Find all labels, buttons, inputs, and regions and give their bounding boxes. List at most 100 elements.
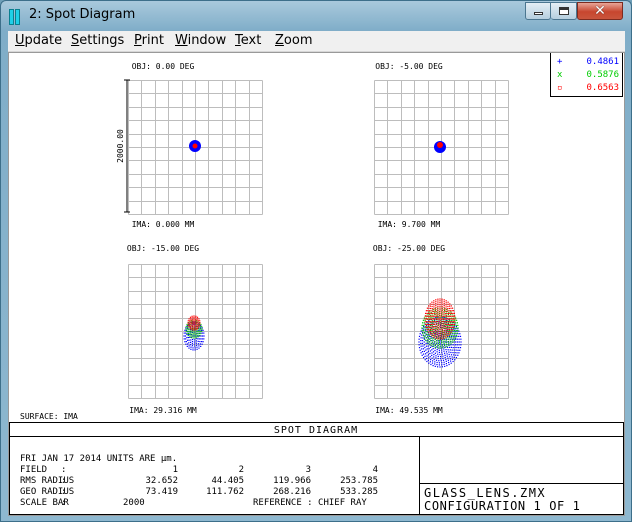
spot-blue-ray [454, 352, 456, 354]
spot-blue-ray [440, 360, 442, 362]
spot-red-ray [449, 324, 451, 326]
spot-red-ray [193, 326, 195, 328]
spot-red-ray [425, 324, 427, 326]
menu-settings[interactable]: Settings [71, 33, 124, 48]
spot-red-ray [444, 318, 447, 320]
spot-red-ray [437, 323, 439, 325]
spot-red-ray [435, 329, 437, 332]
spot-red-ray [187, 320, 189, 322]
spot-red-ray [447, 321, 449, 323]
spot-green-ray [443, 341, 445, 343]
spot-red-ray [441, 300, 443, 302]
spot-red-ray [445, 326, 447, 328]
spot-blue-ray [420, 337, 422, 339]
spot-blue-ray [191, 345, 193, 347]
spot-blue-ray [418, 338, 420, 340]
spot-green-ray [187, 334, 189, 336]
spot-green-ray [455, 332, 457, 334]
spot-green-ray [441, 345, 443, 347]
spot-green-ray [425, 331, 427, 333]
spot-blue-ray [459, 349, 461, 351]
spot-red-ray [435, 318, 437, 320]
spot-blue-ray [197, 343, 200, 345]
spot-red-ray [199, 324, 201, 326]
spot-blue-ray [429, 356, 431, 358]
spot-red-ray [431, 328, 433, 330]
spot-red-ray [451, 310, 453, 312]
spot-green-ray [434, 340, 436, 342]
spot-blue-ray [183, 332, 185, 334]
title-bar[interactable]: 2: Spot Diagram ✕ [1, 1, 631, 31]
spot-red-ray [439, 316, 441, 318]
spot-red-ray [189, 324, 191, 326]
spot-red-ray [191, 322, 193, 324]
spot-blue-ray [425, 353, 427, 355]
spot-blue-ray [200, 345, 202, 347]
spot-blue-ray [188, 342, 190, 344]
spot-red-ray [193, 329, 195, 331]
spot-green-ray [455, 337, 457, 339]
configuration-line: CONFIGURATION 1 OF 1 [424, 499, 581, 513]
spot-blue-ray [193, 341, 196, 343]
spot-red-ray [435, 306, 437, 309]
minimize-button[interactable] [525, 2, 551, 20]
menu-text[interactable]: Text [235, 33, 261, 48]
spot-red-ray [445, 330, 447, 332]
spot-red-ray [197, 320, 199, 322]
spot-blue-ray [424, 346, 426, 349]
spot-red-ray [437, 315, 439, 317]
spot-red-ray [453, 310, 455, 312]
spot-blue-ray [437, 355, 439, 357]
close-button[interactable]: ✕ [577, 2, 623, 20]
spot-red-ray [443, 333, 445, 335]
spot-red-ray [441, 330, 443, 332]
spot-red-ray [448, 326, 450, 328]
spot-red-ray [444, 321, 446, 323]
spot-red-ray [454, 318, 456, 320]
spot-pattern-4 [418, 298, 462, 368]
maximize-button[interactable] [551, 2, 577, 20]
spot-red-ray [439, 331, 441, 333]
spot-blue-ray [458, 338, 460, 340]
spot-green-ray [455, 322, 457, 324]
spot-blue-ray [455, 344, 457, 346]
spot-green-ray [448, 334, 450, 336]
spot-red-ray [189, 316, 192, 318]
spot-blue-ray [187, 336, 189, 339]
spot-blue-ray [187, 343, 189, 345]
spot-red-ray [187, 322, 189, 324]
spot-red-ray [426, 324, 428, 326]
spot-red-ray [431, 330, 433, 333]
spot-green-ray [445, 340, 447, 342]
spot-red-ray [191, 329, 193, 331]
spot-red-ray [195, 322, 197, 324]
spot-blue-ray [432, 348, 434, 350]
spot-red-ray [428, 305, 430, 307]
menu-window[interactable]: Window [175, 33, 226, 48]
spot-red-ray [429, 318, 432, 320]
plot-area[interactable]: OBJ: 0.00 DEG IMA: 0.000 MM OBJ: -5.00 D… [8, 52, 625, 516]
spot-green-ray [193, 334, 195, 336]
spot-green-ray [436, 343, 438, 345]
spot-red-ray [436, 318, 438, 320]
spot-red-ray [433, 318, 436, 320]
spot-red-ray [439, 322, 441, 324]
window-title: 2: Spot Diagram [29, 7, 136, 22]
spot-green-ray [456, 322, 458, 324]
spot-red-ray [441, 336, 443, 338]
spot-blue-ray [453, 344, 455, 346]
spot-red-ray [441, 313, 443, 315]
spot-red-ray [433, 328, 435, 330]
spot-blue-ray [451, 356, 453, 358]
menu-print[interactable]: Print [134, 33, 164, 48]
spot-red-ray [430, 323, 432, 326]
menu-zoom[interactable]: Zoom [275, 33, 312, 48]
menu-update[interactable]: Update [15, 33, 62, 48]
spot-red-ray [191, 315, 193, 317]
spot-red-ray [433, 330, 435, 332]
spot-red-ray [439, 318, 441, 320]
spot-red-ray [439, 307, 441, 309]
spot-red-ray [439, 320, 441, 322]
spot-red-ray [447, 328, 449, 330]
spot-red-ray [437, 304, 439, 306]
